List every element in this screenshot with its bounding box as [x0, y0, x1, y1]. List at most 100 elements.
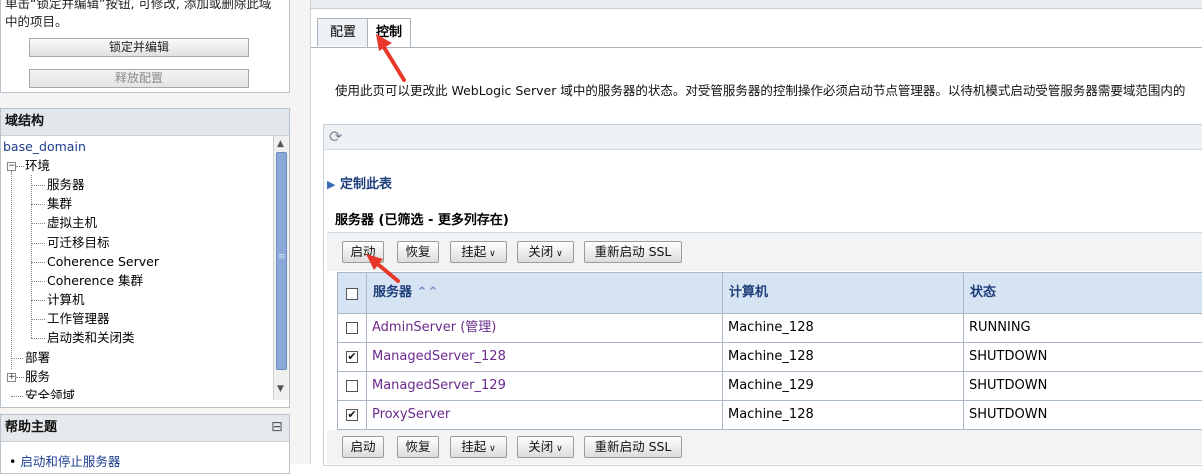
table-title: 服务器 (已筛选 - 更多列存在): [335, 213, 509, 228]
collapse-icon[interactable]: −: [7, 162, 16, 171]
state-cell: SHUTDOWN: [963, 342, 1202, 372]
customize-table-toggle[interactable]: ▶ 定制此表: [327, 173, 392, 192]
tree-item-coherence-server[interactable]: Coherence Server: [47, 252, 159, 271]
tree-item-migratable-targets[interactable]: 可迁移目标: [47, 233, 110, 252]
state-cell: SHUTDOWN: [963, 371, 1202, 401]
row-select-cell: ✔: [337, 342, 367, 372]
select-all-cell: [337, 272, 367, 314]
tree-item-coherence-cluster[interactable]: Coherence 集群: [47, 271, 143, 290]
restart-ssl-button-bottom[interactable]: 重新启动 SSL: [584, 436, 682, 458]
row-select-cell: ✔: [337, 400, 367, 430]
suspend-label: 挂起: [461, 244, 487, 259]
row-select-cell: [337, 371, 367, 401]
expand-triangle-icon: ▶: [327, 178, 336, 191]
chevron-down-icon: ∨: [486, 249, 496, 259]
row-checkbox[interactable]: [346, 322, 358, 334]
shutdown-label: 关闭: [528, 244, 554, 259]
domain-structure-panel: 域结构 base_domain − 环境 服务器 集群 虚拟主机 可迁移目标 C…: [0, 108, 290, 408]
tree-item-virtual-hosts[interactable]: 虚拟主机: [47, 213, 97, 232]
tree-item-environment[interactable]: 环境: [25, 156, 50, 175]
checkmark-icon: ✔: [347, 408, 357, 421]
section-header-strip: [311, 0, 1202, 9]
tree-connector: [31, 338, 45, 339]
shutdown-button[interactable]: 关闭 ∨: [517, 241, 574, 263]
tree-root-link[interactable]: base_domain: [3, 139, 86, 154]
tree-item-work-managers[interactable]: 工作管理器: [47, 309, 110, 328]
sort-ascending-icon[interactable]: ⌃⌃: [417, 285, 439, 300]
grip-icon: ≡: [278, 252, 286, 262]
scroll-up-icon[interactable]: ▲: [277, 139, 284, 149]
tree-connector: [16, 377, 24, 378]
tree-scrollbar[interactable]: ▲ ≡ ▼: [273, 136, 289, 400]
help-topics-title: 帮助主题: [1, 415, 289, 442]
row-select-cell: [337, 313, 367, 343]
tree-item-services[interactable]: 服务: [25, 367, 50, 386]
restart-ssl-button[interactable]: 重新启动 SSL: [584, 241, 682, 263]
tree-item-security-realms[interactable]: 安全领域: [25, 386, 75, 399]
scrollbar-thumb[interactable]: ≡: [276, 152, 287, 370]
change-center-panel: 单击“锁定并编辑”按钮, 可修改, 添加或删除此域 中的项目。 锁定并编辑 释放…: [0, 0, 290, 93]
server-name-link[interactable]: ManagedServer_129: [366, 371, 723, 401]
suspend-button[interactable]: 挂起 ∨: [450, 241, 507, 263]
server-name-link[interactable]: ManagedServer_128: [366, 342, 723, 372]
row-checkbox-checked[interactable]: ✔: [346, 351, 358, 363]
suspend-label: 挂起: [461, 439, 487, 454]
suspend-button-bottom[interactable]: 挂起 ∨: [450, 436, 507, 458]
page-description: 使用此页可以更改此 WebLogic Server 域中的服务器的状态。对受管服…: [335, 83, 1186, 98]
help-topics-panel: 帮助主题 ⊟ • 启动和停止服务器: [0, 414, 290, 474]
domain-tree: base_domain − 环境 服务器 集群 虚拟主机 可迁移目标 Coher…: [1, 137, 273, 399]
tab-underline: [311, 47, 1202, 48]
row-checkbox[interactable]: [346, 380, 358, 392]
shutdown-button-bottom[interactable]: 关闭 ∨: [517, 436, 574, 458]
refresh-icon[interactable]: ⟳: [329, 127, 342, 146]
machine-cell: Machine_129: [722, 371, 964, 401]
chevron-down-icon: ∨: [486, 444, 496, 454]
tree-root[interactable]: base_domain: [3, 137, 86, 156]
checkmark-icon: ✔: [347, 350, 357, 363]
shutdown-label: 关闭: [528, 439, 554, 454]
select-all-checkbox[interactable]: [346, 288, 358, 300]
lock-and-edit-button[interactable]: 锁定并编辑: [29, 38, 249, 57]
tree-item-startup-shutdown-classes[interactable]: 启动类和关闭类: [47, 328, 135, 347]
collapse-panel-icon[interactable]: ⊟: [271, 419, 283, 435]
tree-item-deployments[interactable]: 部署: [25, 348, 50, 367]
tree-connector: [31, 243, 45, 244]
tree-connector: [31, 281, 45, 282]
tree-connector: [11, 396, 23, 397]
left-sidebar: 单击“锁定并编辑”按钮, 可修改, 添加或删除此域 中的项目。 锁定并编辑 释放…: [0, 0, 310, 474]
tree-connector: [16, 166, 24, 167]
column-header-server[interactable]: 服务器 ⌃⌃: [366, 272, 723, 314]
resume-button[interactable]: 恢复: [397, 241, 439, 263]
help-text-line1: 单击“锁定并编辑”按钮, 可修改, 添加或删除此域: [5, 0, 272, 11]
chevron-down-icon: ∨: [553, 249, 563, 259]
state-cell: RUNNING: [963, 313, 1202, 343]
tab-configuration[interactable]: 配置: [317, 18, 369, 46]
tree-connector: [31, 204, 45, 205]
expand-icon[interactable]: +: [7, 373, 16, 382]
help-topic-item[interactable]: • 启动和停止服务器: [9, 451, 120, 470]
tree-item-machines[interactable]: 计算机: [47, 290, 85, 309]
tree-connector: [31, 262, 45, 263]
machine-cell: Machine_128: [722, 313, 964, 343]
tree-connector: [11, 171, 12, 369]
scroll-down-icon[interactable]: ▼: [277, 384, 284, 394]
column-header-machine[interactable]: 计算机: [722, 272, 964, 314]
server-name-link[interactable]: AdminServer (管理): [366, 313, 723, 343]
tree-item-servers[interactable]: 服务器: [47, 175, 85, 194]
state-cell: SHUTDOWN: [963, 400, 1202, 430]
domain-structure-title: 域结构: [1, 109, 289, 136]
tab-control[interactable]: 控制: [367, 18, 411, 48]
help-topic-link[interactable]: 启动和停止服务器: [20, 454, 120, 469]
machine-cell: Machine_128: [722, 400, 964, 430]
customize-table-label[interactable]: 定制此表: [340, 177, 392, 192]
server-name-link[interactable]: ProxyServer: [366, 400, 723, 430]
tree-item-clusters[interactable]: 集群: [47, 194, 72, 213]
start-button-bottom[interactable]: 启动: [342, 436, 384, 458]
column-header-state[interactable]: 状态: [963, 272, 1202, 314]
bullet-icon: •: [9, 454, 21, 469]
row-checkbox-checked[interactable]: ✔: [346, 409, 358, 421]
tree-connector: [31, 319, 45, 320]
resume-button-bottom[interactable]: 恢复: [397, 436, 439, 458]
start-button[interactable]: 启动: [342, 241, 384, 263]
release-config-button[interactable]: 释放配置: [29, 69, 249, 88]
